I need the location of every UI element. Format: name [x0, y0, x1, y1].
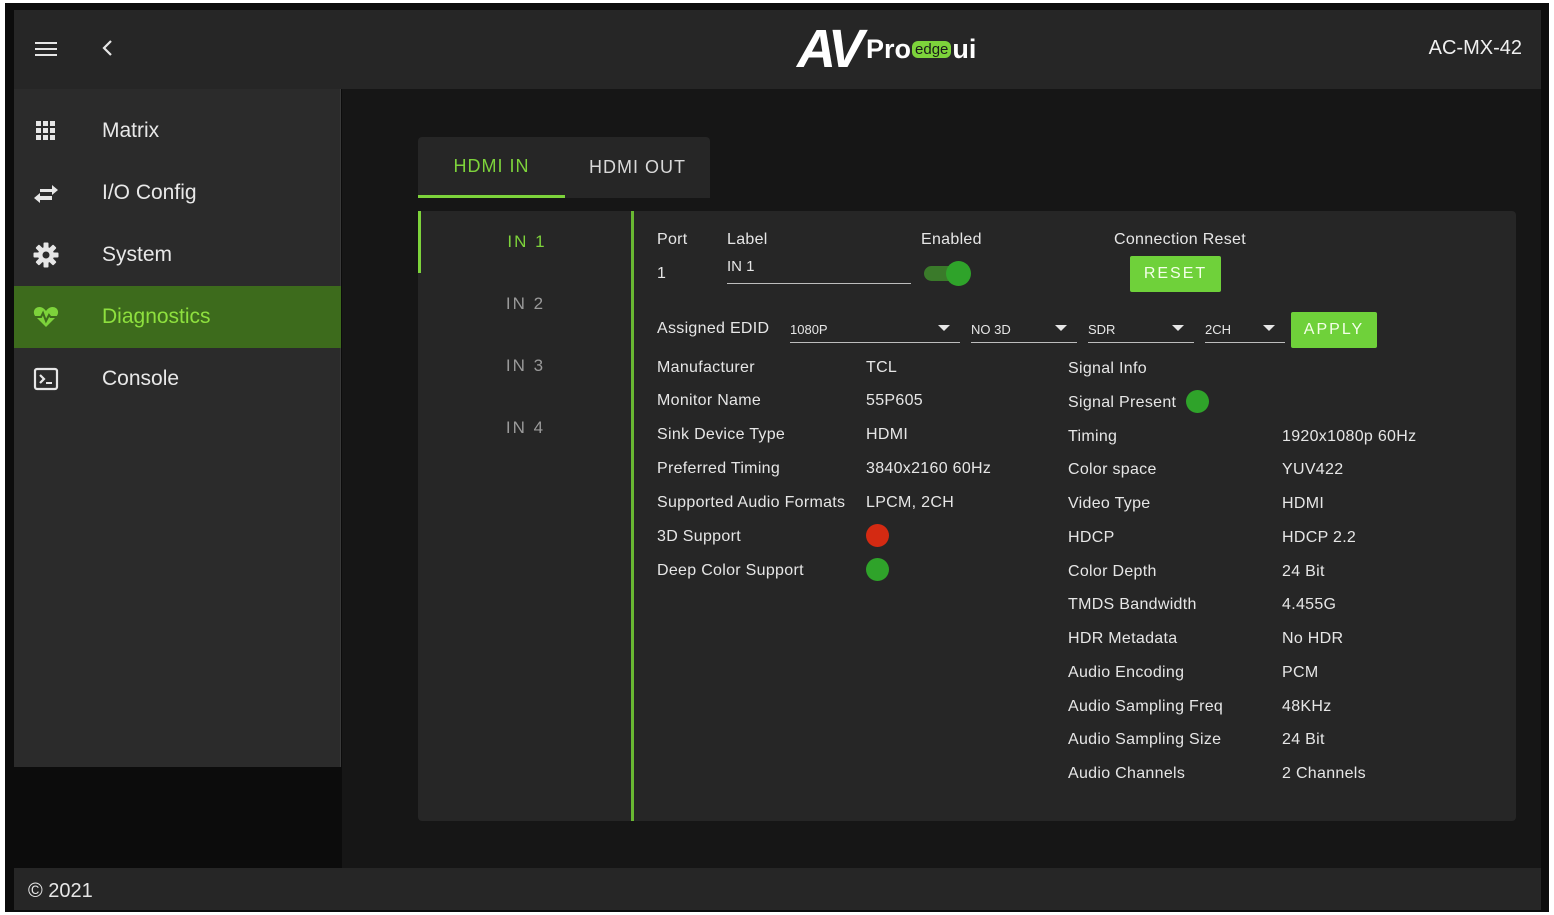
- select-value: NO 3D: [971, 322, 1011, 337]
- info-value: TCL: [866, 359, 898, 376]
- edid-resolution-select[interactable]: 1080P: [790, 313, 960, 343]
- diagnostics-card: IN 1 IN 2 IN 3 IN 4: [418, 211, 1516, 821]
- sidebar-item-label: Console: [102, 367, 180, 390]
- input-item-in2[interactable]: IN 2: [418, 273, 633, 335]
- info-value: HDMI: [866, 426, 909, 443]
- reset-button[interactable]: RESET: [1130, 256, 1221, 292]
- swap-arrows-icon: [32, 179, 60, 207]
- sidebar-item-label: Matrix: [102, 119, 160, 142]
- select-value: 1080P: [790, 322, 828, 337]
- sidebar-item-io-config[interactable]: I/O Config: [14, 162, 341, 224]
- vertical-divider: [631, 211, 634, 821]
- signal-label: Audio Sampling Freq: [1068, 698, 1224, 715]
- signal-value: No HDR: [1282, 630, 1344, 647]
- sidebar-item-console[interactable]: Console: [14, 348, 341, 410]
- select-value: 2CH: [1205, 322, 1232, 337]
- input-item-in1[interactable]: IN 1: [418, 211, 633, 273]
- copyright-text: © 2021: [28, 880, 93, 902]
- deep-color-status-dot: [866, 558, 889, 581]
- sidebar-item-label: System: [102, 243, 173, 266]
- grid-icon: [32, 117, 60, 145]
- sidebar-nav: Matrix I/O Config System Diagnostics Con…: [14, 89, 341, 767]
- label-heading: Label: [727, 231, 768, 248]
- info-value: 55P605: [866, 392, 923, 409]
- 3d-support-status-dot: [866, 524, 889, 547]
- apply-button[interactable]: APPLY: [1291, 312, 1377, 348]
- signal-present-status-dot: [1186, 390, 1209, 413]
- signal-label: Color space: [1068, 461, 1157, 478]
- input-item-in3[interactable]: IN 3: [418, 335, 633, 397]
- signal-value: 48KHz: [1282, 698, 1332, 715]
- hdmi-tabs: HDMI IN HDMI OUT: [418, 137, 710, 198]
- signal-value: 4.455G: [1282, 596, 1337, 613]
- avpro-edge-logo: AV Pro edge ui: [797, 19, 977, 79]
- sidebar-item-label: I/O Config: [102, 181, 197, 204]
- info-label: Preferred Timing: [657, 460, 781, 477]
- tab-hdmi-out[interactable]: HDMI OUT: [565, 137, 710, 198]
- hamburger-menu-icon[interactable]: [32, 35, 60, 63]
- signal-label: TMDS Bandwidth: [1068, 596, 1197, 613]
- select-value: SDR: [1088, 322, 1116, 337]
- info-label: Sink Device Type: [657, 426, 786, 443]
- device-model-name: AC-MX-42: [1428, 37, 1522, 59]
- signal-present-label: Signal Present: [1068, 394, 1177, 411]
- edid-hdr-select[interactable]: SDR: [1088, 313, 1194, 343]
- sidebar-item-label: Diagnostics: [102, 305, 211, 328]
- signal-value: 24 Bit: [1282, 731, 1325, 748]
- back-arrow-icon[interactable]: [96, 32, 120, 64]
- signal-label: Audio Channels: [1068, 765, 1186, 782]
- chevron-down-icon: [1172, 325, 1184, 331]
- enabled-toggle[interactable]: [922, 261, 971, 286]
- info-label: Monitor Name: [657, 392, 762, 409]
- info-label: Deep Color Support: [657, 562, 804, 579]
- top-bar: AV Pro edge ui AC-MX-42: [14, 10, 1541, 89]
- tab-hdmi-in[interactable]: HDMI IN: [418, 137, 565, 198]
- edid-audio-select[interactable]: 2CH: [1205, 313, 1285, 343]
- toggle-knob: [946, 261, 971, 286]
- gear-icon: [32, 241, 60, 269]
- signal-label: Audio Encoding: [1068, 664, 1185, 681]
- input-item-in4[interactable]: IN 4: [418, 397, 633, 459]
- assigned-edid-heading: Assigned EDID: [657, 320, 770, 337]
- enabled-heading: Enabled: [921, 231, 982, 248]
- signal-value: HDCP 2.2: [1282, 529, 1357, 546]
- edid-3d-select[interactable]: NO 3D: [971, 313, 1077, 343]
- info-label: Manufacturer: [657, 359, 755, 376]
- port-label-input[interactable]: IN 1: [727, 254, 911, 284]
- input-list: IN 1 IN 2 IN 3 IN 4: [418, 211, 633, 821]
- signal-value: HDMI: [1282, 495, 1325, 512]
- terminal-icon: [32, 365, 60, 393]
- signal-label: Audio Sampling Size: [1068, 731, 1222, 748]
- signal-value: 2 Channels: [1282, 765, 1366, 782]
- info-label: 3D Support: [657, 528, 741, 545]
- signal-value: 1920x1080p 60Hz: [1282, 428, 1417, 445]
- signal-label: Timing: [1068, 428, 1118, 445]
- signal-value: PCM: [1282, 664, 1319, 681]
- port-heading: Port: [657, 231, 688, 248]
- info-label: Supported Audio Formats: [657, 494, 846, 511]
- signal-value: 24 Bit: [1282, 563, 1325, 580]
- heartbeat-icon: [32, 303, 60, 331]
- footer: © 2021: [14, 868, 1541, 910]
- chevron-down-icon: [1055, 325, 1067, 331]
- sidebar-item-matrix[interactable]: Matrix: [14, 100, 341, 162]
- port-number: 1: [657, 265, 667, 282]
- info-value: LPCM, 2CH: [866, 494, 955, 511]
- sidebar-item-system[interactable]: System: [14, 224, 341, 286]
- signal-label: Video Type: [1068, 495, 1151, 512]
- info-value: 3840x2160 60Hz: [866, 460, 992, 477]
- chevron-down-icon: [938, 325, 950, 331]
- chevron-down-icon: [1263, 325, 1275, 331]
- signal-label: Color Depth: [1068, 563, 1157, 580]
- signal-info-heading: Signal Info: [1068, 360, 1147, 377]
- signal-label: HDCP: [1068, 529, 1115, 546]
- signal-value: YUV422: [1282, 461, 1344, 478]
- sidebar-item-diagnostics[interactable]: Diagnostics: [14, 286, 341, 348]
- connection-reset-heading: Connection Reset: [1114, 231, 1246, 248]
- signal-label: HDR Metadata: [1068, 630, 1178, 647]
